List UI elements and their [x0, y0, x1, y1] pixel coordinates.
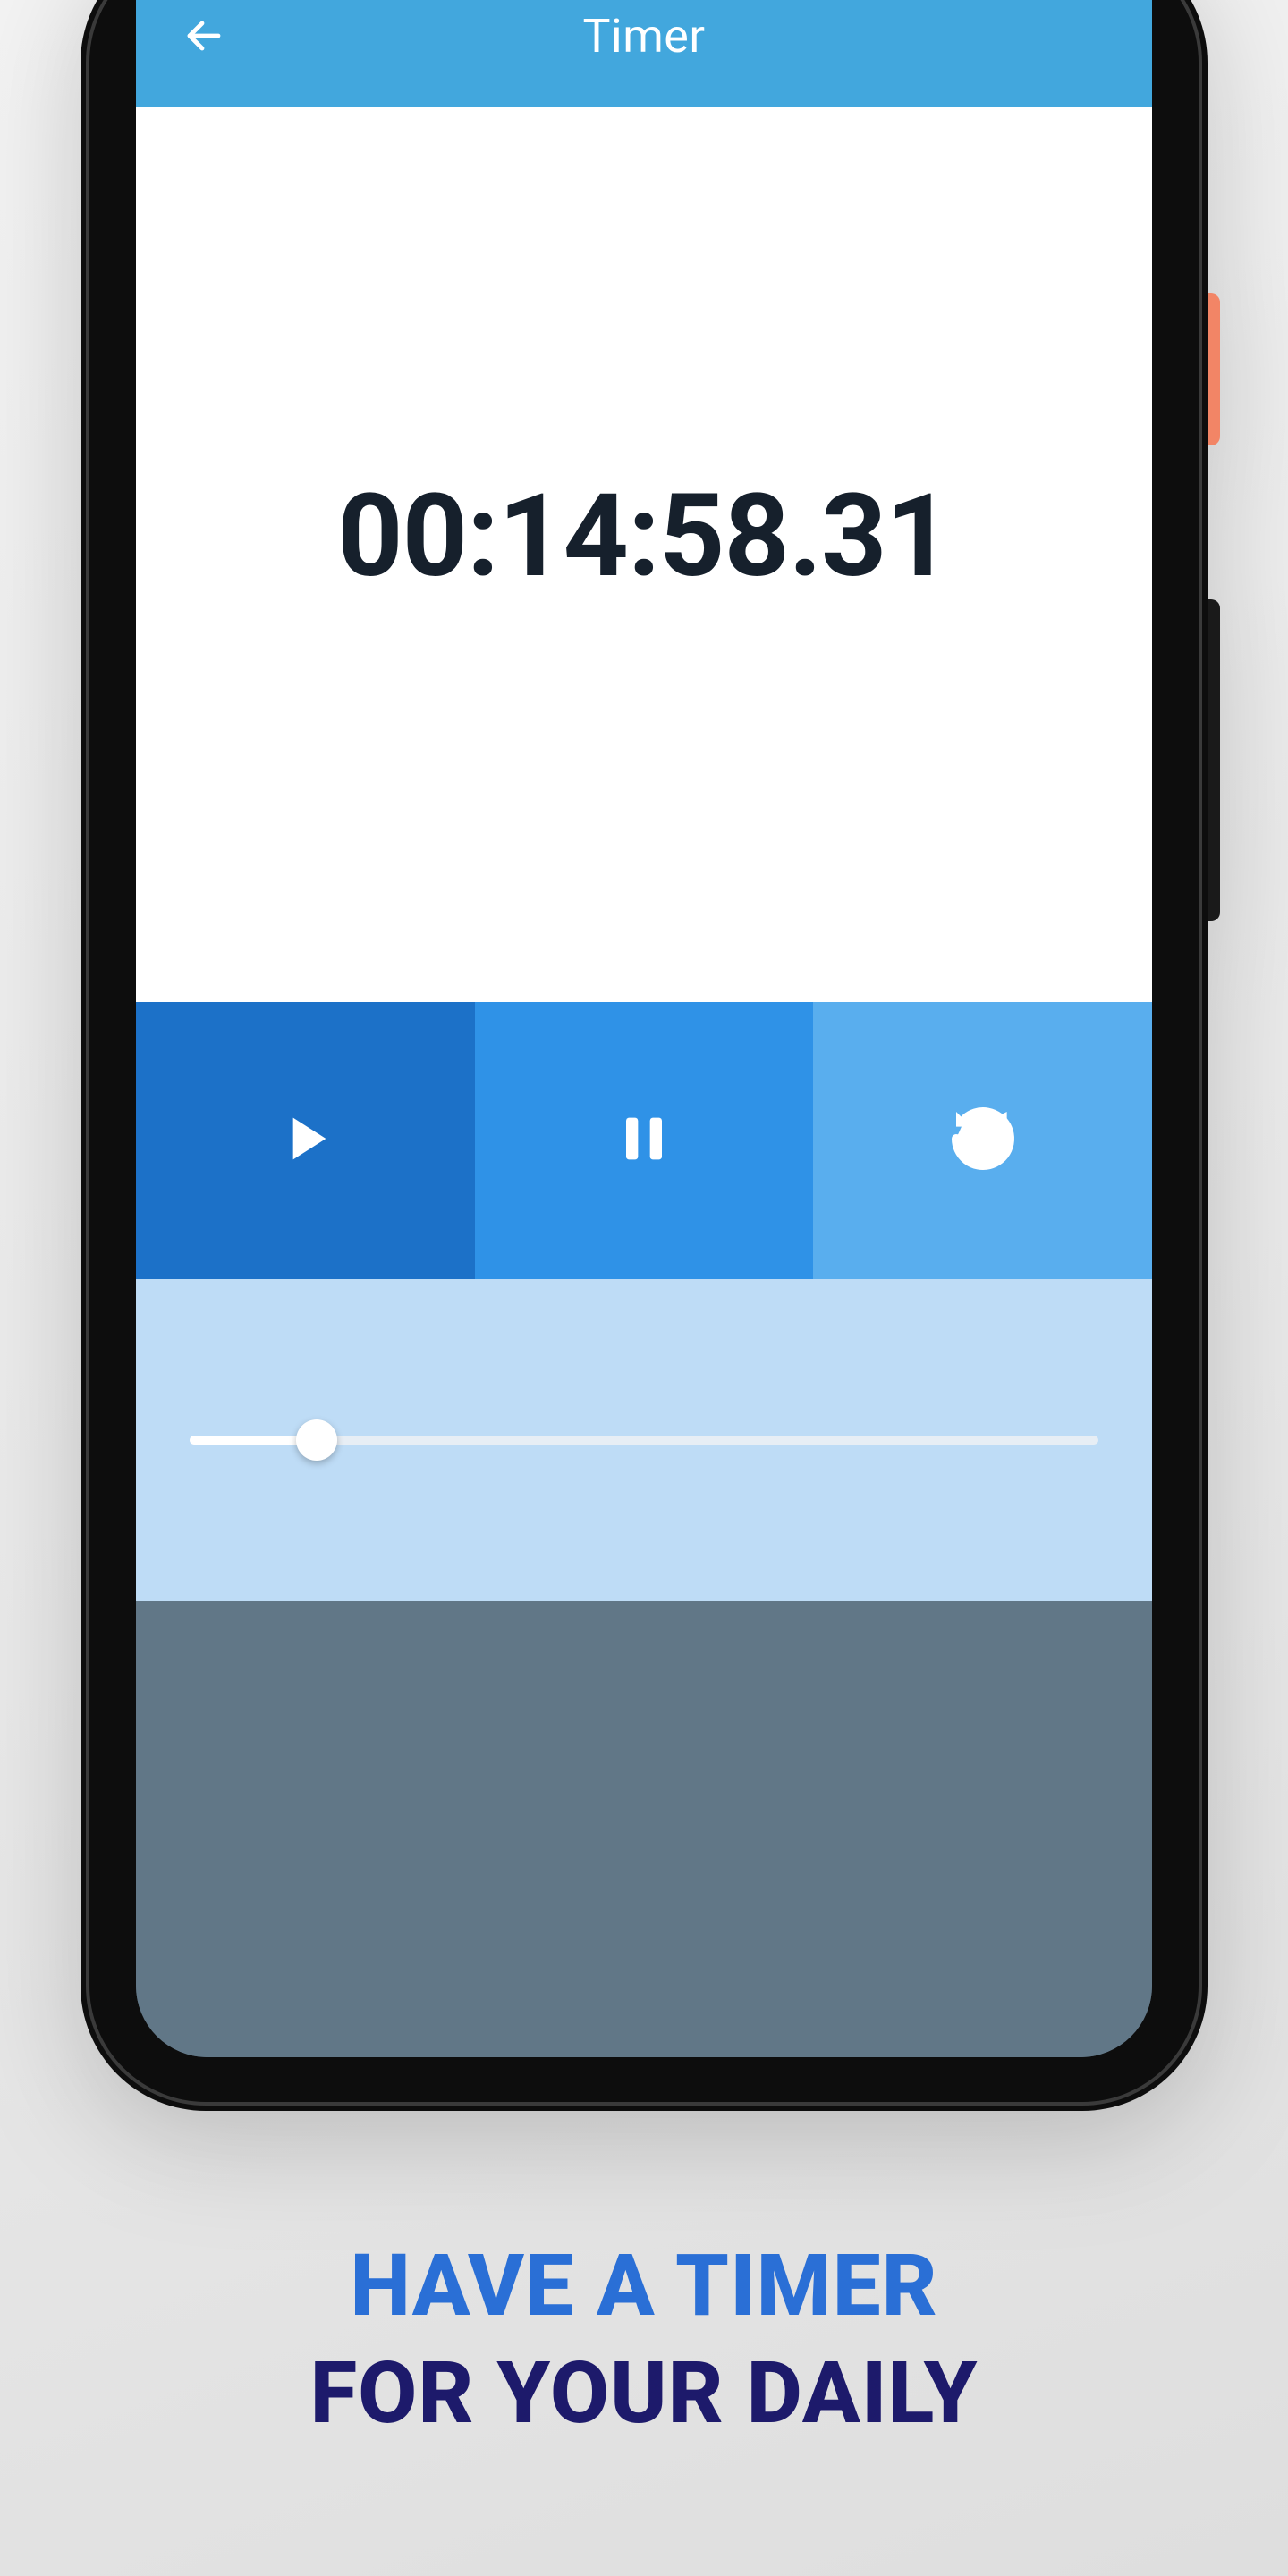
reset-icon	[947, 1103, 1019, 1178]
phone-mockup: Timer 00:14:58.31	[80, 0, 1208, 2111]
caption-line-2: FOR YOUR DAILY	[310, 2343, 979, 2444]
timer-value: 00:14:58.31	[337, 470, 951, 604]
reset-button[interactable]	[813, 1002, 1152, 1279]
volume-button	[1208, 599, 1220, 921]
slider-panel	[136, 1279, 1152, 1601]
app-bar: Timer	[136, 0, 1152, 107]
play-icon	[269, 1103, 341, 1178]
power-button	[1208, 293, 1220, 445]
progress-slider[interactable]	[190, 1419, 1098, 1462]
page-title: Timer	[227, 9, 1061, 64]
controls-row	[136, 1002, 1152, 1279]
empty-area	[136, 1601, 1152, 2057]
back-icon[interactable]	[181, 13, 227, 59]
marketing-caption: HAVE A TIMER FOR YOUR DAILY	[310, 2236, 979, 2444]
play-button[interactable]	[136, 1002, 475, 1279]
pause-icon	[608, 1103, 680, 1178]
caption-line-1: HAVE A TIMER	[310, 2236, 979, 2336]
pause-button[interactable]	[475, 1002, 814, 1279]
phone-screen: Timer 00:14:58.31	[136, 0, 1152, 2057]
timer-display: 00:14:58.31	[136, 107, 1152, 1002]
slider-thumb[interactable]	[296, 1419, 337, 1461]
